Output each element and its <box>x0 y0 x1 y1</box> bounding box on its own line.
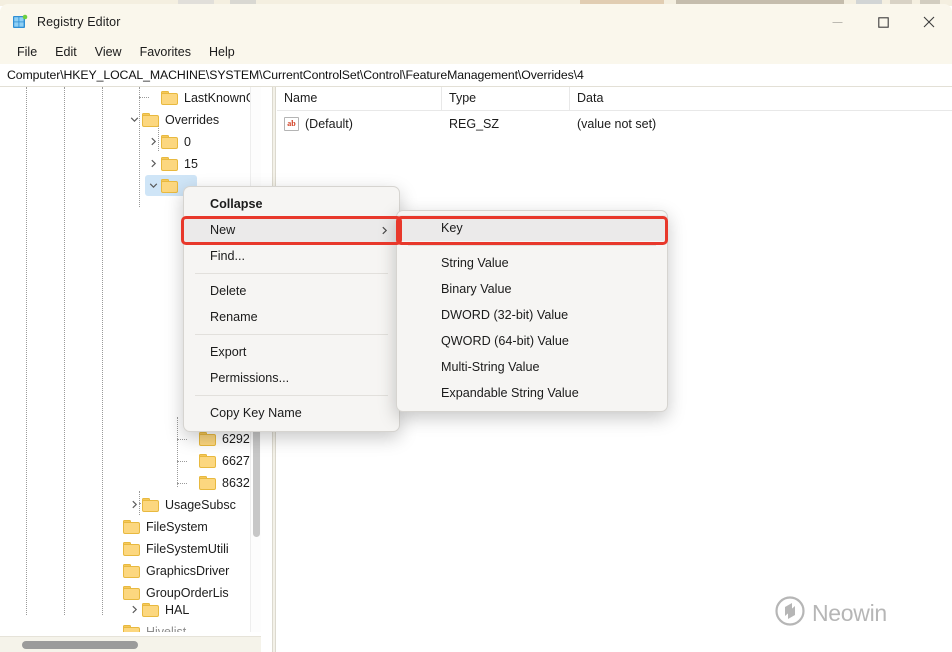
column-header-type[interactable]: Type <box>442 87 570 111</box>
folder-icon <box>199 476 216 490</box>
menu-view[interactable]: View <box>86 42 131 62</box>
folder-icon <box>199 432 216 446</box>
tree-item-graphicsdrivers[interactable]: GraphicsDriver <box>107 560 229 581</box>
registry-editor-icon <box>12 14 28 30</box>
context-menu-item-delete[interactable]: Delete <box>184 278 399 304</box>
tree-item-label: Overrides <box>165 113 219 127</box>
tree-item-label: Hivelist <box>146 625 186 633</box>
column-header-data[interactable]: Data <box>570 87 952 111</box>
folder-icon <box>142 498 159 512</box>
folder-icon <box>123 520 140 534</box>
address-path-text: Computer\HKEY_LOCAL_MACHINE\SYSTEM\Curre… <box>7 68 584 82</box>
tree-horizontal-scrollbar[interactable] <box>0 636 261 652</box>
neowin-watermark-text: Neowin <box>812 600 887 627</box>
chevron-down-icon[interactable] <box>145 175 161 196</box>
tree-item-0[interactable]: 0 <box>145 131 191 152</box>
folder-icon <box>199 454 216 468</box>
string-value-icon: ab <box>284 117 299 131</box>
submenu-separator <box>408 245 656 246</box>
window-controls <box>814 4 952 40</box>
submenu-item-multi-string-value[interactable]: Multi-String Value <box>397 354 667 380</box>
chevron-right-icon <box>380 217 389 243</box>
folder-icon <box>142 113 159 127</box>
tree-item-filesystemutilities[interactable]: FileSystemUtili <box>107 538 229 559</box>
address-bar[interactable]: Computer\HKEY_LOCAL_MACHINE\SYSTEM\Curre… <box>0 64 952 87</box>
close-icon[interactable] <box>906 4 952 40</box>
context-menu-item-permissions[interactable]: Permissions... <box>184 365 399 391</box>
menu-bar: File Edit View Favorites Help <box>0 40 952 64</box>
tree-item-lastknowng[interactable]: LastKnownG <box>145 87 256 108</box>
context-menu-item-collapse[interactable]: Collapse <box>184 191 399 217</box>
folder-icon <box>161 179 178 193</box>
context-menu-separator <box>195 395 388 396</box>
menu-favorites[interactable]: Favorites <box>131 42 200 62</box>
value-name-text: (Default) <box>305 117 353 131</box>
submenu-item-key[interactable]: Key <box>397 215 667 241</box>
table-row[interactable]: ab (Default) REG_SZ (value not set) <box>277 113 952 135</box>
title-bar: Registry Editor <box>0 4 952 40</box>
minimize-icon[interactable] <box>814 4 860 40</box>
tree-item-label: 15 <box>184 157 198 171</box>
folder-icon <box>123 564 140 578</box>
submenu-item-binary-value[interactable]: Binary Value <box>397 276 667 302</box>
window-title: Registry Editor <box>37 15 120 29</box>
tree-item-label: LastKnownG <box>184 91 256 105</box>
folder-icon <box>123 586 140 600</box>
tree-item-label: GroupOrderLis <box>146 586 229 600</box>
tree-item-66279[interactable]: 66279 <box>183 450 257 471</box>
value-name-cell: ab (Default) <box>277 117 442 131</box>
submenu-item-dword-value[interactable]: DWORD (32-bit) Value <box>397 302 667 328</box>
chevron-right-icon[interactable] <box>145 153 161 174</box>
tree-item-label: UsageSubsc <box>165 498 236 512</box>
tree-horizontal-scrollbar-thumb[interactable] <box>22 641 138 649</box>
tree-item-label: 0 <box>184 135 191 149</box>
submenu-item-qword-value[interactable]: QWORD (64-bit) Value <box>397 328 667 354</box>
value-data-cell: (value not set) <box>570 117 952 131</box>
tree-item-label: FileSystem <box>146 520 208 534</box>
folder-icon <box>123 625 140 633</box>
neowin-watermark: Neowin <box>775 596 887 631</box>
context-menu-item-rename[interactable]: Rename <box>184 304 399 330</box>
context-menu: Collapse New Find... Delete Rename Expor… <box>183 186 400 432</box>
menu-help[interactable]: Help <box>200 42 244 62</box>
value-type-cell: REG_SZ <box>442 117 570 131</box>
string-value-icon-label: ab <box>287 120 295 128</box>
tree-item-label: GraphicsDriver <box>146 564 229 578</box>
folder-icon <box>123 542 140 556</box>
tree-item-filesystem[interactable]: FileSystem <box>107 516 208 537</box>
chevron-right-icon[interactable] <box>126 599 142 620</box>
tree-item-hivelist[interactable]: Hivelist <box>107 621 186 632</box>
chevron-down-icon[interactable] <box>126 109 142 130</box>
tree-item-overrides[interactable]: Overrides <box>126 109 219 130</box>
tree-item-usagesubsc[interactable]: UsageSubsc <box>126 494 236 515</box>
context-menu-item-new[interactable]: New <box>184 217 399 243</box>
context-menu-separator <box>195 334 388 335</box>
folder-icon <box>142 603 159 617</box>
folder-icon <box>161 135 178 149</box>
context-menu-item-find[interactable]: Find... <box>184 243 399 269</box>
new-submenu: Key String Value Binary Value DWORD (32-… <box>396 210 668 412</box>
context-menu-item-copy-key-name[interactable]: Copy Key Name <box>184 400 399 426</box>
context-menu-item-new-label: New <box>210 223 235 237</box>
registry-editor-window: Registry Editor File Edit V <box>0 0 952 652</box>
tree-item-86325[interactable]: 86325 <box>183 472 257 493</box>
context-menu-separator <box>195 273 388 274</box>
tree-item-hal[interactable]: HAL <box>126 599 189 620</box>
maximize-icon[interactable] <box>860 4 906 40</box>
folder-icon <box>161 157 178 171</box>
chevron-right-icon[interactable] <box>145 131 161 152</box>
menu-file[interactable]: File <box>8 42 46 62</box>
values-column-headers: Name Type Data <box>277 87 952 111</box>
submenu-item-expandable-string-value[interactable]: Expandable String Value <box>397 380 667 406</box>
column-header-name[interactable]: Name <box>277 87 442 111</box>
submenu-item-string-value[interactable]: String Value <box>397 250 667 276</box>
context-menu-item-export[interactable]: Export <box>184 339 399 365</box>
menu-edit[interactable]: Edit <box>46 42 86 62</box>
neowin-logo-icon <box>775 596 805 631</box>
chevron-right-icon[interactable] <box>126 494 142 515</box>
tree-item-15[interactable]: 15 <box>145 153 198 174</box>
folder-icon <box>161 91 178 105</box>
tree-item-label: FileSystemUtili <box>146 542 229 556</box>
tree-item-label: HAL <box>165 603 189 617</box>
